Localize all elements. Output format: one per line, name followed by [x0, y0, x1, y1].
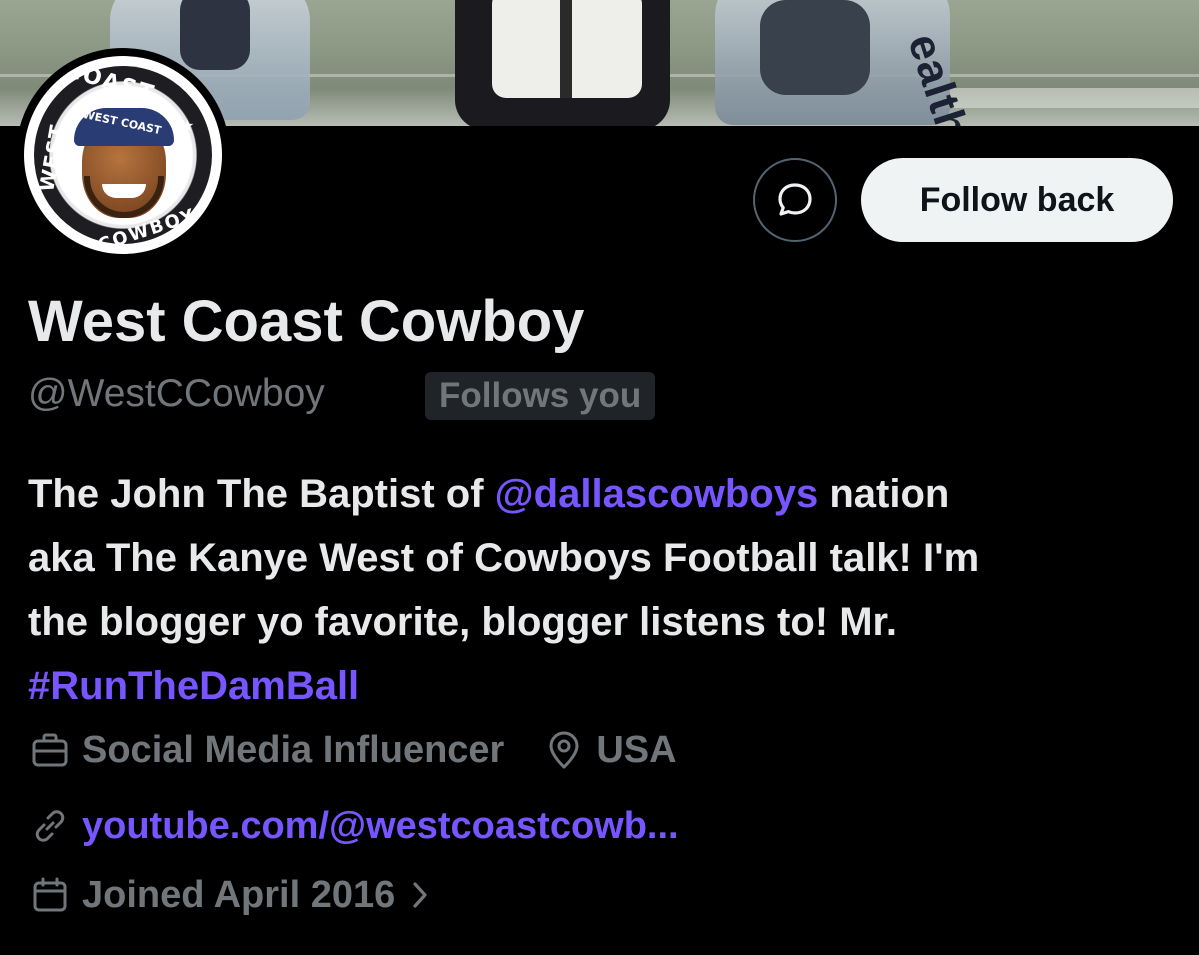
- hashtag-link-runthedamball[interactable]: #RunTheDamBall: [28, 654, 1178, 718]
- display-name: West Coast Cowboy: [28, 289, 585, 354]
- joined-date: Joined April 2016: [82, 873, 396, 916]
- bio-line-3: the blogger yo favorite, blogger listens…: [28, 600, 897, 644]
- avatar-logo: WEST COAST COAST WEST COWBOY ★: [24, 56, 222, 254]
- location-group: USA: [542, 728, 677, 772]
- banner-player-right-detail: [760, 0, 870, 95]
- profile-bio: The John The Baptist of @dallascowboys n…: [28, 462, 1178, 718]
- calendar-icon: [28, 873, 72, 917]
- location-pin-icon: [542, 728, 586, 772]
- follows-you-badge: Follows you: [425, 372, 656, 420]
- user-handle: @WestCCowboy: [28, 372, 325, 415]
- message-button[interactable]: [753, 158, 837, 242]
- joined-row[interactable]: Joined April 2016: [28, 870, 431, 920]
- website-row: youtube.com/@westcoastcowb...: [28, 801, 679, 851]
- banner-player-left-detail: [180, 0, 250, 70]
- banner-field-marking: [930, 88, 1199, 108]
- bio-line-2: aka The Kanye West of Cowboys Football t…: [28, 536, 980, 580]
- briefcase-icon: [28, 728, 72, 772]
- professional-category: Social Media Influencer: [82, 728, 505, 771]
- bio-line-1: The John The Baptist of @dallascowboys n…: [28, 462, 1178, 526]
- profile-avatar[interactable]: WEST COAST COAST WEST COWBOY ★: [16, 48, 230, 262]
- chevron-right-icon: [409, 878, 431, 912]
- website-link[interactable]: youtube.com/@westcoastcowb...: [82, 805, 679, 848]
- profile-meta-row: Social Media Influencer USA: [28, 725, 677, 775]
- follow-back-button[interactable]: Follow back: [861, 158, 1173, 242]
- star-icon: ★: [180, 118, 195, 135]
- link-icon: [28, 804, 72, 848]
- message-bubble-icon: [778, 183, 812, 216]
- banner-player-center-stripe: [560, 0, 572, 98]
- mention-link-dallascowboys[interactable]: @dallascowboys: [495, 472, 819, 516]
- location-text: USA: [596, 728, 677, 771]
- bio-text: nation: [818, 472, 950, 516]
- bio-text: The John The Baptist of: [28, 472, 495, 516]
